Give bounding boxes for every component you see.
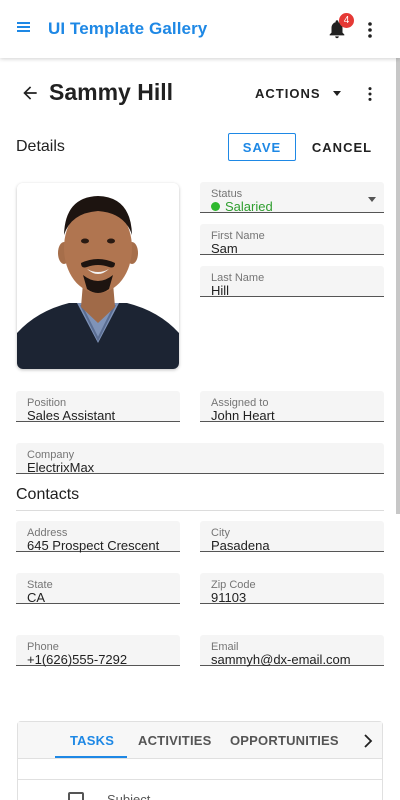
chevron-right-icon[interactable] [362, 734, 374, 748]
status-field[interactable]: Status Salaried [200, 182, 384, 214]
contacts-heading: Contacts [16, 486, 80, 503]
scrollbar[interactable] [396, 58, 400, 514]
more-vert-icon[interactable] [361, 84, 379, 104]
contact-photo [17, 183, 179, 369]
section-divider [16, 510, 384, 511]
cancel-button[interactable]: CANCEL [307, 133, 377, 161]
app-bar: UI Template Gallery 4 [0, 0, 400, 58]
position-value: Sales Assistant [27, 408, 116, 423]
actions-label: ACTIONS [255, 85, 321, 101]
email-field[interactable]: Email sammyh@dx-email.com [200, 635, 384, 667]
select-all-checkbox[interactable] [68, 792, 84, 800]
tab-activities[interactable]: ACTIVITIES [138, 733, 212, 748]
state-field[interactable]: State CA [16, 573, 180, 605]
grid-header-divider [18, 779, 382, 780]
app-title: UI Template Gallery [48, 19, 208, 38]
phone-field[interactable]: Phone +1(626)555-7292 [16, 635, 180, 667]
status-text: Salaried [225, 199, 273, 214]
caret-down-icon [332, 90, 341, 96]
email-value: sammyh@dx-email.com [211, 652, 351, 667]
last-name-field[interactable]: Last Name Hill [200, 266, 384, 298]
tab-bar: TASKS ACTIVITIES OPPORTUNITIES [18, 722, 382, 759]
notification-badge: 4 [339, 13, 354, 28]
column-header-subject[interactable]: Subject [107, 792, 150, 800]
status-dot [211, 202, 220, 211]
last-name-value: Hill [211, 283, 230, 298]
arrow-back-icon[interactable] [20, 83, 40, 103]
zip-code-field[interactable]: Zip Code 91103 [200, 573, 384, 605]
save-button[interactable]: SAVE [228, 133, 296, 161]
menu-icon[interactable] [14, 20, 34, 38]
details-heading: Details [16, 138, 65, 155]
zip-code-value: 91103 [211, 590, 247, 605]
actions-button[interactable]: ACTIONS [255, 83, 341, 103]
city-value: Pasadena [211, 538, 270, 553]
assigned-to-value: John Heart [211, 408, 275, 423]
assigned-to-field[interactable]: Assigned to John Heart [200, 391, 384, 423]
caret-down-icon[interactable] [368, 197, 376, 202]
tab-opportunities[interactable]: OPPORTUNITIES [230, 733, 339, 748]
city-field[interactable]: City Pasadena [200, 521, 384, 553]
tab-tasks[interactable]: TASKS [70, 733, 114, 748]
more-vert-icon[interactable] [360, 20, 380, 40]
phone-value: +1(626)555-7292 [27, 652, 128, 667]
state-value: CA [27, 590, 46, 605]
status-value: Salaried [211, 199, 273, 214]
active-tab-indicator [55, 756, 127, 758]
first-name-value: Sam [211, 241, 238, 256]
contact-name: Sammy Hill [49, 79, 173, 105]
position-field[interactable]: Position Sales Assistant [16, 391, 180, 423]
company-field[interactable]: Company ElectrixMax [16, 443, 384, 475]
address-field[interactable]: Address 645 Prospect Crescent [16, 521, 180, 553]
related-items-card: TASKS ACTIVITIES OPPORTUNITIES Subject [17, 721, 383, 800]
address-value: 645 Prospect Crescent [27, 538, 160, 553]
first-name-field[interactable]: First Name Sam [200, 224, 384, 256]
company-value: ElectrixMax [27, 460, 95, 475]
